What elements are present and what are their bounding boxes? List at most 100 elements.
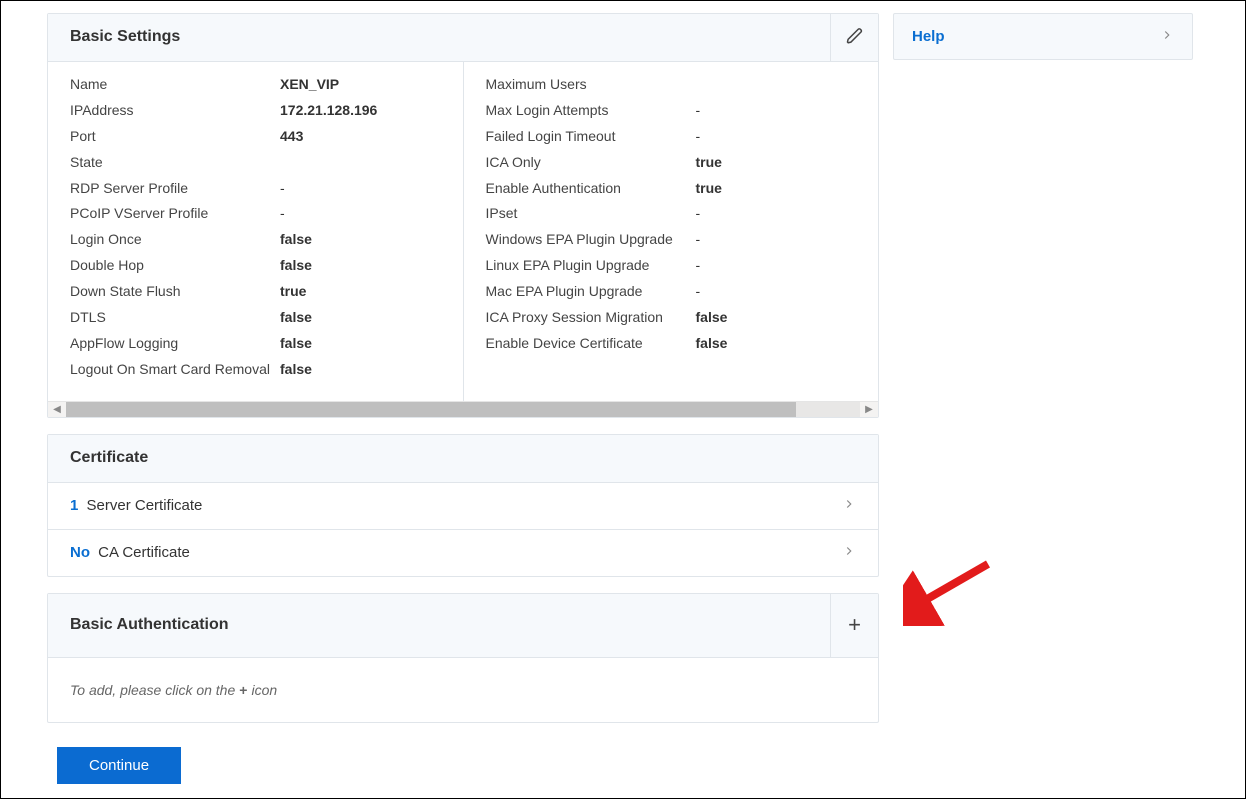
settings-label: Maximum Users — [486, 72, 696, 98]
basic-authentication-panel: Basic Authentication + To add, please cl… — [47, 593, 879, 723]
settings-row: Logout On Smart Card Removalfalse — [70, 357, 441, 383]
settings-row: Failed Login Timeout- — [486, 124, 857, 150]
settings-label: AppFlow Logging — [70, 331, 280, 357]
settings-value: false — [696, 305, 728, 331]
settings-value: - — [696, 227, 701, 253]
pencil-icon — [846, 27, 864, 48]
settings-row: NameXEN_VIP — [70, 72, 441, 98]
settings-value: true — [696, 176, 722, 202]
settings-label: Mac EPA Plugin Upgrade — [486, 279, 696, 305]
settings-row: Double Hopfalse — [70, 253, 441, 279]
basic-settings-title: Basic Settings — [48, 14, 830, 61]
scroll-thumb[interactable] — [66, 402, 796, 417]
settings-label: IPAddress — [70, 98, 280, 124]
basic-authentication-title: Basic Authentication — [48, 594, 830, 657]
certificate-title: Certificate — [48, 435, 878, 482]
add-basic-authentication-button[interactable]: + — [830, 594, 878, 657]
scroll-left-button[interactable]: ◀ — [48, 402, 66, 417]
settings-label: Windows EPA Plugin Upgrade — [486, 227, 696, 253]
settings-label: RDP Server Profile — [70, 176, 280, 202]
settings-label: ICA Only — [486, 150, 696, 176]
settings-label: Port — [70, 124, 280, 150]
continue-button[interactable]: Continue — [57, 747, 181, 784]
chevron-right-icon — [842, 544, 856, 562]
settings-label: IPset — [486, 201, 696, 227]
basic-authentication-header: Basic Authentication + — [48, 594, 878, 658]
settings-row: State — [70, 150, 441, 176]
settings-value: false — [280, 331, 312, 357]
settings-value: false — [280, 253, 312, 279]
settings-row: Down State Flushtrue — [70, 279, 441, 305]
certificate-count: 1 — [70, 497, 78, 514]
settings-label: Max Login Attempts — [486, 98, 696, 124]
settings-row: Max Login Attempts- — [486, 98, 857, 124]
settings-value: true — [280, 279, 306, 305]
settings-value: - — [696, 201, 701, 227]
settings-row: PCoIP VServer Profile- — [70, 201, 441, 227]
plus-icon: + — [848, 614, 861, 636]
settings-value: - — [696, 124, 701, 150]
settings-value: false — [696, 331, 728, 357]
settings-row: Linux EPA Plugin Upgrade- — [486, 253, 857, 279]
settings-label: Logout On Smart Card Removal — [70, 357, 280, 383]
settings-value: false — [280, 227, 312, 253]
basic-settings-body: NameXEN_VIPIPAddress172.21.128.196Port44… — [48, 62, 878, 401]
help-panel[interactable]: Help — [893, 13, 1193, 60]
auth-hint-prefix: To add, please click on the — [70, 682, 235, 698]
settings-value: 172.21.128.196 — [280, 98, 377, 124]
chevron-right-icon — [1160, 28, 1174, 45]
main-scroll[interactable]: Basic Settings NameXEN_VIPIPAddress172.2… — [1, 1, 1245, 798]
settings-row: ICA Onlytrue — [486, 150, 857, 176]
settings-value: - — [280, 201, 285, 227]
settings-row: IPset- — [486, 201, 857, 227]
settings-value: - — [696, 253, 701, 279]
settings-label: Failed Login Timeout — [486, 124, 696, 150]
certificate-header: Certificate — [48, 435, 878, 483]
edit-basic-settings-button[interactable] — [830, 14, 878, 61]
certificate-row[interactable]: 1 Server Certificate — [48, 483, 878, 529]
basic-settings-header: Basic Settings — [48, 14, 878, 62]
settings-label: Login Once — [70, 227, 280, 253]
settings-row: ICA Proxy Session Migrationfalse — [486, 305, 857, 331]
settings-row: Enable Authenticationtrue — [486, 176, 857, 202]
settings-row: IPAddress172.21.128.196 — [70, 98, 441, 124]
settings-label: ICA Proxy Session Migration — [486, 305, 696, 331]
basic-authentication-hint: To add, please click on the + icon — [48, 658, 878, 722]
certificate-panel: Certificate 1 Server CertificateNo CA Ce… — [47, 434, 879, 577]
settings-value: false — [280, 357, 312, 383]
settings-value: true — [696, 150, 722, 176]
scroll-right-button[interactable]: ▶ — [860, 402, 878, 417]
settings-row: Windows EPA Plugin Upgrade- — [486, 227, 857, 253]
settings-row: Login Oncefalse — [70, 227, 441, 253]
settings-value: XEN_VIP — [280, 72, 339, 98]
settings-label: Enable Device Certificate — [486, 331, 696, 357]
settings-label: Name — [70, 72, 280, 98]
chevron-right-icon — [842, 497, 856, 515]
settings-label: DTLS — [70, 305, 280, 331]
certificate-text: CA Certificate — [94, 544, 190, 561]
settings-value: - — [280, 176, 285, 202]
settings-row: Maximum Users — [486, 72, 857, 98]
settings-label: Linux EPA Plugin Upgrade — [486, 253, 696, 279]
settings-row: AppFlow Loggingfalse — [70, 331, 441, 357]
auth-hint-suffix: icon — [251, 682, 277, 698]
settings-row: Mac EPA Plugin Upgrade- — [486, 279, 857, 305]
certificate-text: Server Certificate — [82, 497, 202, 514]
settings-row: Enable Device Certificatefalse — [486, 331, 857, 357]
certificate-row[interactable]: No CA Certificate — [48, 529, 878, 576]
horizontal-scrollbar[interactable]: ◀ ▶ — [48, 401, 878, 417]
settings-label: Down State Flush — [70, 279, 280, 305]
settings-label: Enable Authentication — [486, 176, 696, 202]
settings-row: RDP Server Profile- — [70, 176, 441, 202]
help-title: Help — [912, 28, 945, 45]
settings-row: DTLSfalse — [70, 305, 441, 331]
settings-label: State — [70, 150, 280, 176]
settings-value: false — [280, 305, 312, 331]
settings-value: 443 — [280, 124, 303, 150]
settings-row: Port443 — [70, 124, 441, 150]
certificate-count: No — [70, 544, 90, 561]
settings-label: PCoIP VServer Profile — [70, 201, 280, 227]
auth-hint-plus-icon: + — [239, 682, 247, 698]
scroll-track[interactable] — [66, 402, 860, 417]
settings-value: - — [696, 279, 701, 305]
